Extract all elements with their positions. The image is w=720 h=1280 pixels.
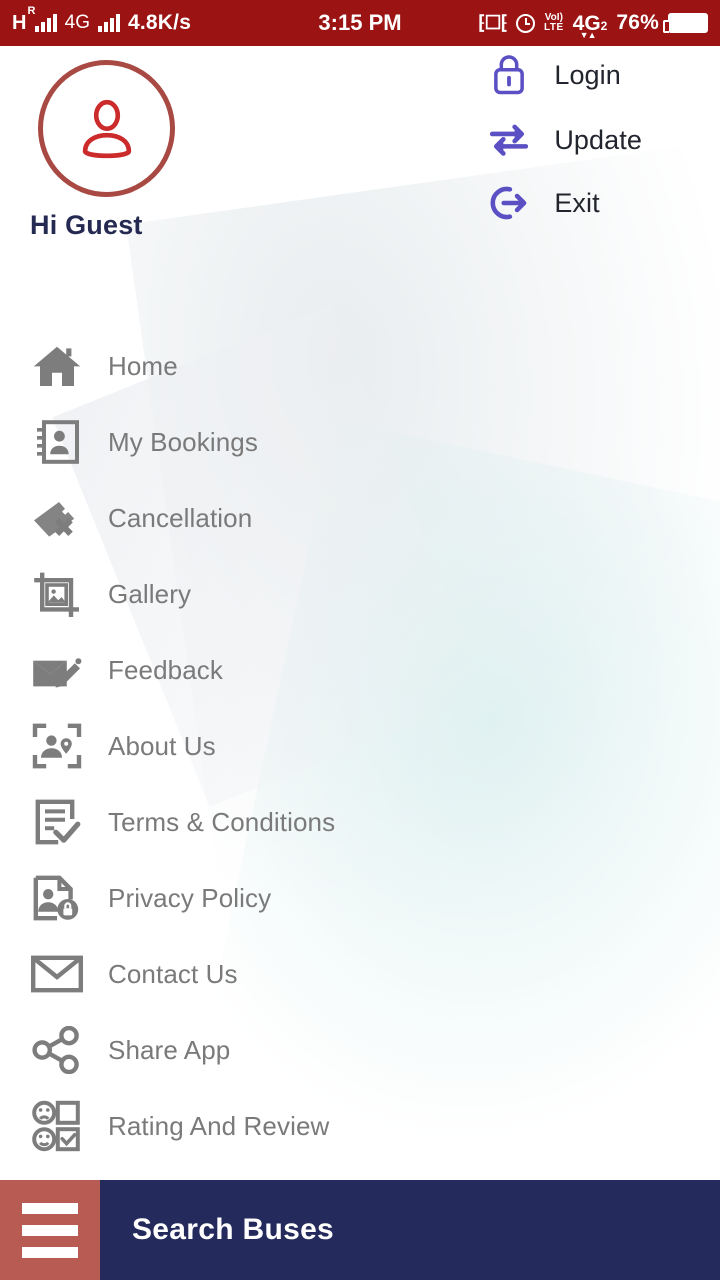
hamburger-line xyxy=(22,1202,78,1214)
status-bar-left: H R 4G 4.8K/s xyxy=(12,5,192,35)
menu-item-rating-and-review[interactable]: Rating And Review xyxy=(0,1088,720,1164)
home-icon xyxy=(28,340,86,392)
page-title: Search Buses xyxy=(132,1213,335,1246)
menu-item-label: Home xyxy=(108,350,178,381)
menu-item-cancellation[interactable]: Cancellation xyxy=(0,480,720,556)
clock-label: 3:15 PM xyxy=(318,10,402,35)
drawer-menu-list: Home My Bookings Cancellation Gallery Fe… xyxy=(0,328,720,1164)
menu-item-label: Terms & Conditions xyxy=(108,806,336,837)
user-avatar-icon xyxy=(82,99,131,158)
image-crop-icon xyxy=(28,568,86,620)
envelope-pencil-icon xyxy=(28,644,86,696)
exit-label: Exit xyxy=(554,187,600,218)
bottom-bar: Search Buses xyxy=(0,1180,720,1280)
menu-item-label: Contact Us xyxy=(108,958,238,989)
alarm-clock-icon xyxy=(516,13,535,33)
roaming-badge: R xyxy=(27,5,36,17)
menu-item-label: Share App xyxy=(108,1034,231,1065)
vibrate-icon: ⁅☐⁅ xyxy=(478,12,508,34)
menu-item-about-us[interactable]: About Us xyxy=(0,708,720,784)
greeting-label: Hi Guest xyxy=(30,210,143,240)
contact-book-icon xyxy=(28,416,86,468)
battery-percent-label: 76% xyxy=(616,11,659,34)
header-actions: Login Update Exit xyxy=(486,52,642,224)
menu-item-label: Privacy Policy xyxy=(108,882,272,913)
avatar[interactable] xyxy=(38,60,175,197)
menu-item-gallery[interactable]: Gallery xyxy=(0,556,720,632)
menu-item-label: Cancellation xyxy=(108,502,253,533)
hamburger-menu-icon[interactable] xyxy=(0,1180,100,1280)
menu-item-contact-us[interactable]: Contact Us xyxy=(0,936,720,1012)
app-title-bar: Search Buses xyxy=(100,1180,720,1280)
menu-item-label: Feedback xyxy=(108,654,223,685)
network-type-4g-label: 4G xyxy=(64,12,91,33)
lock-icon xyxy=(486,52,532,98)
ticket-cancel-icon xyxy=(28,492,86,544)
swap-arrows-icon xyxy=(486,120,532,160)
data-speed-label: 4.8K/s xyxy=(128,11,192,34)
volte-icon: VoI) LTE xyxy=(544,12,564,33)
signal-bars-icon-2 xyxy=(98,14,121,32)
status-bar-right: ⁅☐⁅ VoI) LTE 4G2 ▼▲ 76% xyxy=(478,11,708,40)
navigation-drawer: Hi Guest Login Update Exit Home My Booki… xyxy=(0,46,720,1180)
status-bar: H R 4G 4.8K/s 3:15 PM ⁅☐⁅ VoI) LTE 4G2 ▼… xyxy=(0,0,720,46)
menu-item-label: Gallery xyxy=(108,578,192,609)
sim2-network-icon: 4G2 ▼▲ xyxy=(572,11,608,40)
signal-bars-icon xyxy=(34,14,57,32)
login-label: Login xyxy=(554,59,621,90)
document-person-lock-icon xyxy=(28,872,86,924)
person-location-frame-icon xyxy=(28,720,86,772)
network-type-h-icon: H R xyxy=(12,5,36,34)
menu-item-my-bookings[interactable]: My Bookings xyxy=(0,404,720,480)
document-check-icon xyxy=(28,796,86,848)
menu-item-feedback[interactable]: Feedback xyxy=(0,632,720,708)
menu-item-label: My Bookings xyxy=(108,426,258,457)
hamburger-line xyxy=(22,1224,78,1236)
data-transfer-arrows-icon: ▼▲ xyxy=(579,29,597,40)
menu-item-home[interactable]: Home xyxy=(0,328,720,404)
menu-item-label: Rating And Review xyxy=(108,1110,330,1141)
menu-item-privacy-policy[interactable]: Privacy Policy xyxy=(0,860,720,936)
login-button[interactable]: Login xyxy=(486,52,642,98)
battery-icon xyxy=(663,13,708,33)
app-screen: H R 4G 4.8K/s 3:15 PM ⁅☐⁅ VoI) LTE 4G2 ▼… xyxy=(0,0,720,1280)
share-nodes-icon xyxy=(28,1024,86,1076)
avatar-wrapper[interactable] xyxy=(38,60,175,197)
envelope-icon xyxy=(28,948,86,1000)
menu-item-label: About Us xyxy=(108,730,216,761)
logout-arrow-icon xyxy=(486,182,532,224)
hamburger-line xyxy=(22,1246,78,1258)
update-button[interactable]: Update xyxy=(486,120,642,160)
exit-button[interactable]: Exit xyxy=(486,182,642,224)
menu-item-terms-conditions[interactable]: Terms & Conditions xyxy=(0,784,720,860)
menu-item-share-app[interactable]: Share App xyxy=(0,1012,720,1088)
rating-faces-icon xyxy=(28,1100,86,1152)
update-label: Update xyxy=(554,124,642,155)
